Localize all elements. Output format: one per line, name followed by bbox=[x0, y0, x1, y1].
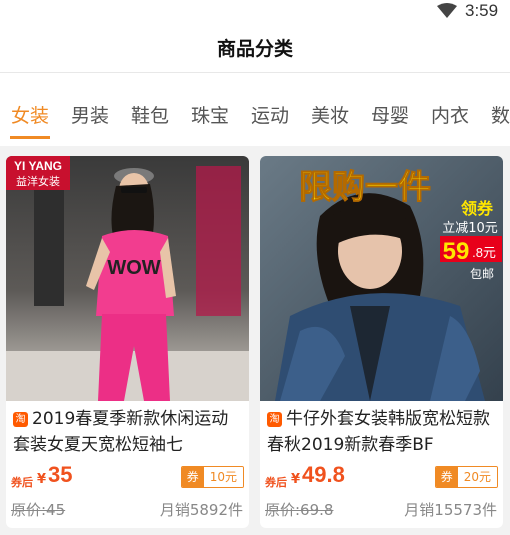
shirt-print: WOW bbox=[107, 257, 160, 279]
coupon-amount: 20元 bbox=[457, 467, 497, 487]
product-card[interactable]: YI YANG 益洋女装 WOW 淘 2019春夏季新款休闲运动套装女夏天宽松短袖… bbox=[6, 156, 249, 528]
tab-women[interactable]: 女装 bbox=[11, 101, 49, 128]
promo-subtitle: 立减10元 bbox=[442, 221, 498, 236]
coupon-price: 49.8 bbox=[302, 462, 345, 487]
tab-beauty[interactable]: 美妆 bbox=[311, 101, 349, 128]
product-title[interactable]: 淘 2019春夏季新款休闲运动套装女夏天宽松短袖七 bbox=[13, 406, 245, 458]
product-image[interactable]: 限购一件 领券 立减10元 59 .8元 包邮 bbox=[260, 156, 503, 401]
monthly-sales: 月销15573件 bbox=[404, 501, 497, 519]
promo-price: 59 bbox=[443, 238, 470, 265]
coupon-tag: 券 bbox=[181, 467, 204, 487]
category-tabs: 女装 男装 鞋包 珠宝 运动 美妆 母婴 内衣 数 bbox=[0, 73, 510, 146]
tab-mother-baby[interactable]: 母婴 bbox=[371, 101, 409, 128]
page-title: 商品分类 bbox=[216, 38, 293, 60]
tab-sports[interactable]: 运动 bbox=[251, 101, 289, 128]
status-time: 3:59 bbox=[465, 1, 499, 20]
currency-symbol: ¥ bbox=[37, 472, 47, 487]
original-price: 原价:69.8 bbox=[265, 501, 334, 519]
coupon-amount: 10元 bbox=[203, 467, 243, 487]
tab-shoes-bags[interactable]: 鞋包 bbox=[131, 101, 169, 128]
tab-digital[interactable]: 数 bbox=[491, 101, 510, 128]
price-row: 券后 ¥ 49.8 券 20元 bbox=[265, 462, 500, 492]
wifi-icon bbox=[437, 3, 457, 18]
tab-jewelry[interactable]: 珠宝 bbox=[191, 101, 229, 128]
product-image[interactable]: YI YANG 益洋女装 WOW bbox=[6, 156, 249, 401]
product-card[interactable]: 限购一件 领券 立减10元 59 .8元 包邮 淘牛仔外套女装韩版宽松短款春秋2… bbox=[260, 156, 503, 528]
limit-banner: 限购一件 bbox=[299, 167, 431, 206]
tab-men[interactable]: 男装 bbox=[71, 101, 109, 128]
tab-underwear[interactable]: 内衣 bbox=[431, 101, 469, 128]
product-title[interactable]: 淘牛仔外套女装韩版宽松短款春秋2019新款春季BF bbox=[267, 406, 499, 458]
promo-shipping: 包邮 bbox=[470, 267, 494, 281]
price-row: 券后 ¥ 35 券 10元 bbox=[11, 462, 246, 492]
promo-title: 领券 bbox=[461, 199, 494, 218]
header: 商品分类 bbox=[0, 24, 510, 73]
currency-symbol: ¥ bbox=[291, 472, 301, 487]
taobao-icon: 淘 bbox=[13, 412, 28, 427]
monthly-sales: 月销5892件 bbox=[159, 501, 243, 519]
coupon-badge[interactable]: 券 10元 bbox=[180, 466, 244, 488]
after-coupon-label: 券后 bbox=[11, 476, 33, 489]
coupon-price: 35 bbox=[48, 462, 73, 487]
active-tab-indicator bbox=[10, 136, 50, 139]
brand-logo-en: YI YANG bbox=[14, 159, 62, 173]
coupon-badge[interactable]: 券 20元 bbox=[434, 466, 498, 488]
promo-price-decimal: .8元 bbox=[472, 245, 496, 260]
after-coupon-label: 券后 bbox=[265, 476, 287, 489]
taobao-icon: 淘 bbox=[267, 412, 282, 427]
coupon-tag: 券 bbox=[435, 467, 458, 487]
brand-logo-cn: 益洋女装 bbox=[16, 174, 60, 188]
original-price: 原价:45 bbox=[11, 501, 66, 519]
status-bar: 3:59 bbox=[0, 0, 510, 24]
